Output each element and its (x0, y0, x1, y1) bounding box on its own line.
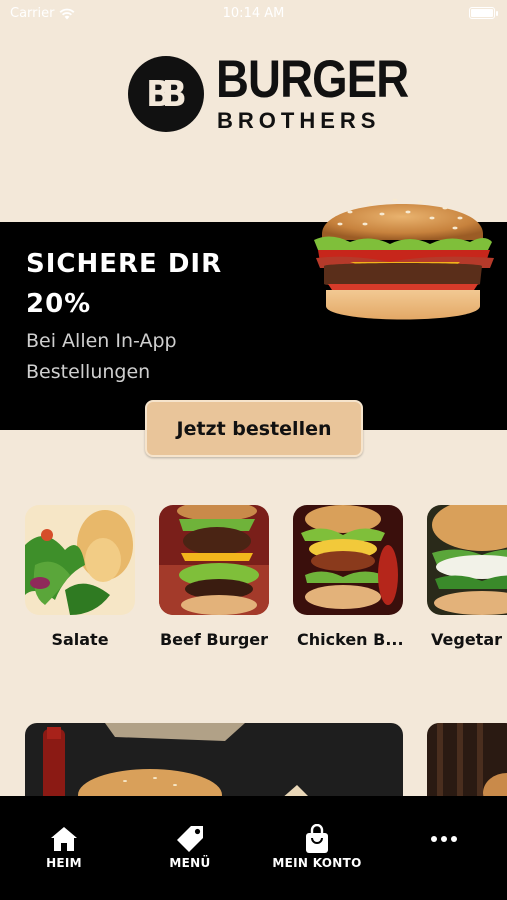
category-label: Chicken B... (297, 630, 404, 649)
category-label: Vegetar (431, 630, 502, 649)
order-now-button[interactable]: Jetzt bestellen (145, 400, 363, 457)
tab-bar: HEIM MENÜ MEIN KONTO (0, 796, 507, 900)
promo-banner[interactable]: SICHERE DIR 20% Bei Allen In-App Bestell… (0, 198, 507, 430)
beef-burger-image (159, 505, 269, 615)
feature-card-1[interactable] (25, 723, 403, 798)
tab-menu[interactable]: MENÜ (135, 824, 245, 870)
logo-mark-text: BB (145, 73, 186, 115)
veggie-burger-image (427, 505, 507, 615)
feature-card-2[interactable] (427, 723, 507, 798)
category-label: Salate (51, 630, 109, 649)
salad-image (25, 505, 135, 615)
tab-more[interactable] (389, 824, 499, 856)
category-beef-burger[interactable]: Beef Burger (159, 505, 269, 649)
burger-image (314, 198, 494, 320)
category-carousel[interactable]: Salate Beef Burger Chicken B... Vegetar (25, 505, 507, 655)
brand-logo: BB BURGER BROTHERS (128, 52, 409, 134)
promo-subtitle-line2: Bestellungen (26, 361, 151, 383)
tab-home-label: HEIM (46, 856, 82, 870)
status-time: 10:14 AM (222, 6, 285, 21)
tag-icon (177, 826, 203, 852)
feature-carousel[interactable] (25, 723, 507, 798)
tab-menu-label: MENÜ (169, 856, 211, 870)
logo-word-burger: BURGER (216, 50, 409, 109)
category-chicken-burger[interactable]: Chicken B... (293, 505, 404, 649)
tab-account[interactable]: MEIN KONTO (262, 824, 372, 870)
chicken-burger-image (293, 505, 403, 615)
shopping-bag-icon (306, 824, 328, 853)
category-label: Beef Burger (159, 630, 269, 649)
promo-headline-line2: 20% (26, 289, 92, 319)
promo-headline: SICHERE DIR 20% (26, 244, 266, 324)
battery-icon (469, 7, 498, 19)
logo-word-brothers: BROTHERS (217, 108, 381, 133)
promo-subtitle: Bei Allen In-App Bestellungen (26, 326, 246, 388)
promo-subtitle-line1: Bei Allen In-App (26, 330, 177, 352)
category-vegetarian[interactable]: Vegetar (427, 505, 507, 649)
status-bar: Carrier 10:14 AM (0, 0, 507, 28)
logo-mark: BB (128, 56, 204, 132)
more-icon (431, 836, 457, 842)
home-icon (51, 827, 77, 851)
promo-headline-line1: SICHERE DIR (26, 249, 223, 279)
category-salate[interactable]: Salate (25, 505, 135, 649)
tab-account-label: MEIN KONTO (272, 856, 362, 870)
tab-home[interactable]: HEIM (9, 824, 119, 870)
